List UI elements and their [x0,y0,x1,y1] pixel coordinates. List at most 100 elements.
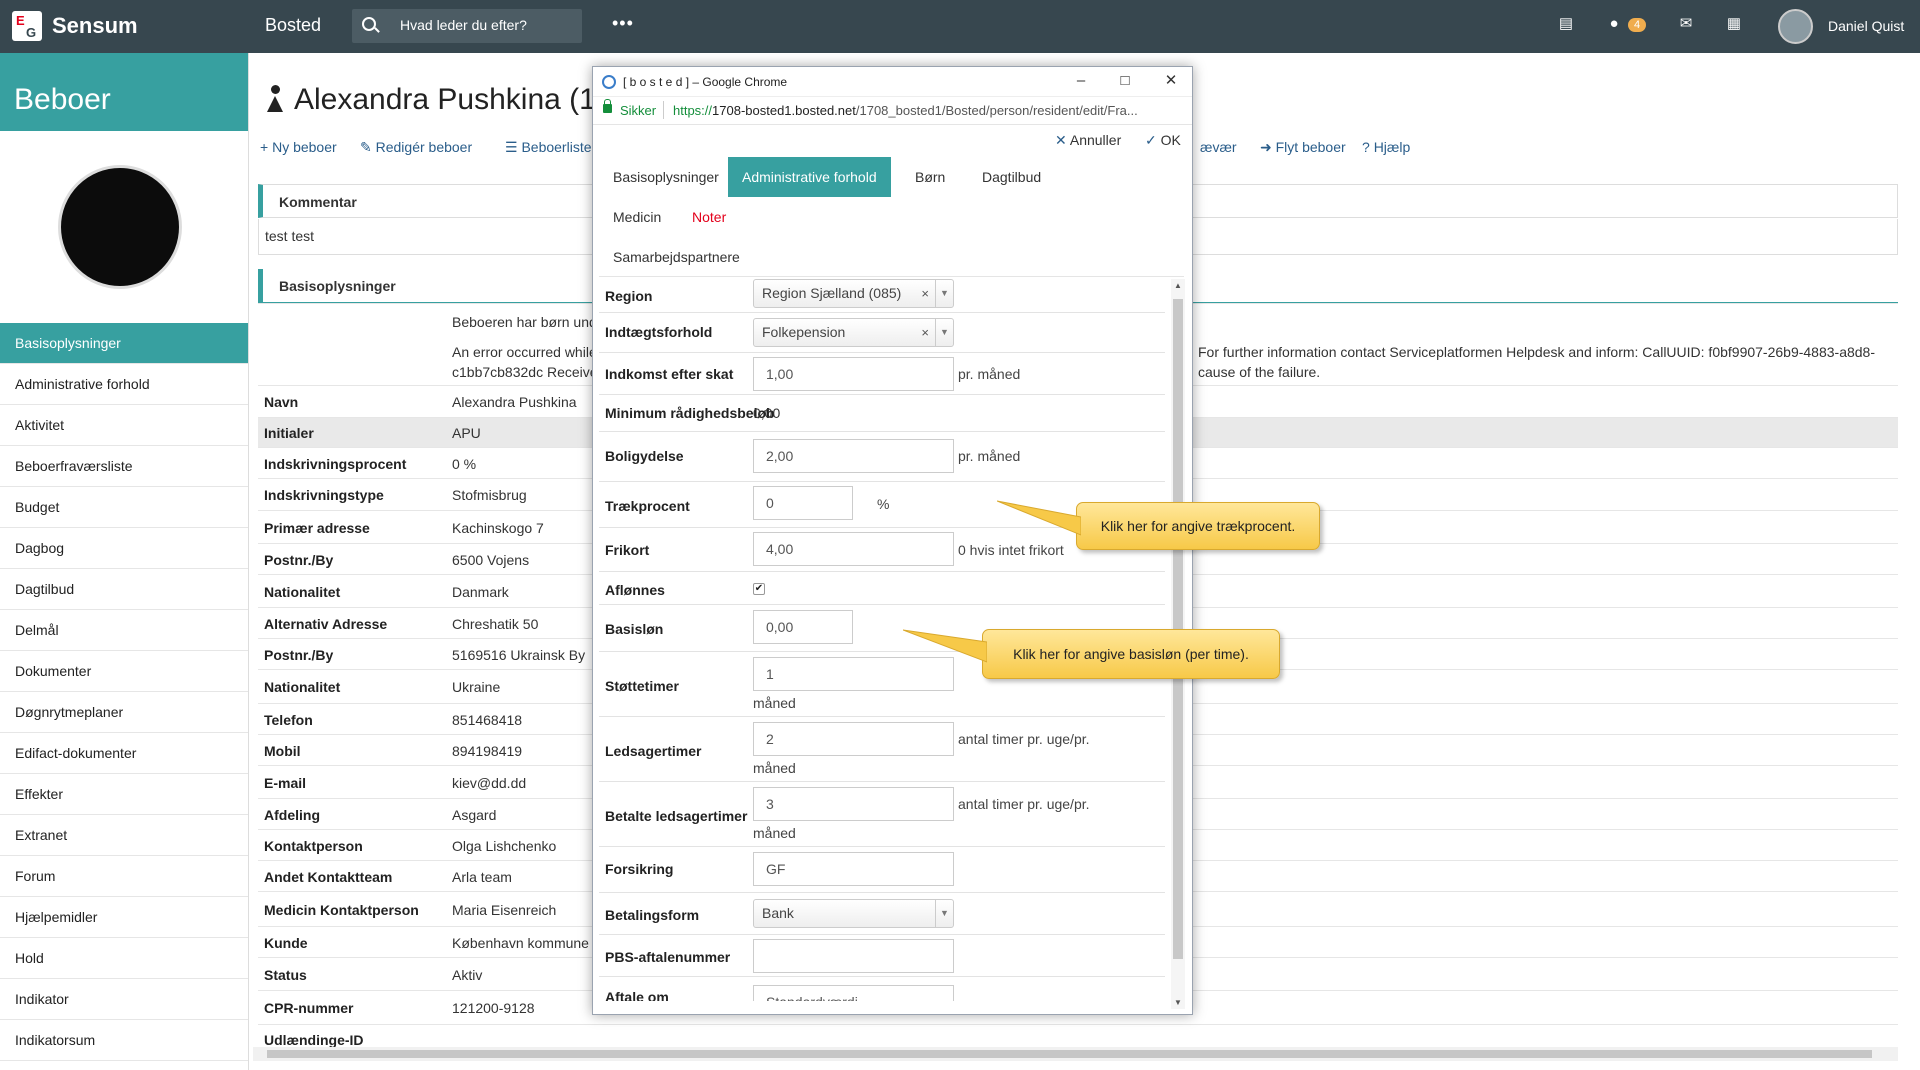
move-resident-button[interactable]: ➜ Flyt beboer [1260,139,1346,156]
info-row-value: København kommune [452,935,589,951]
tab-administrative-forhold[interactable]: Administrative forhold [728,157,891,197]
sidebar-item-dagtilbud[interactable]: Dagtilbud [0,569,248,610]
more-menu-button[interactable]: ••• [612,13,634,34]
chevron-down-icon[interactable]: ▼ [935,900,953,927]
pbs-input[interactable] [753,939,954,973]
inbox-icon[interactable]: ✉ [1678,16,1694,32]
paid-companion-input[interactable]: 3 [753,787,954,821]
ok-button[interactable]: ✓ OK [1145,132,1181,149]
income-type-select[interactable]: Folkepension × ▼ [753,318,954,347]
tab-medicin[interactable]: Medicin [599,197,675,237]
horizontal-scrollbar[interactable] [253,1047,1898,1061]
chevron-down-icon[interactable]: ▼ [935,319,953,346]
callout-deduction: Klik her for angive trækprocent. [997,500,1320,550]
tab-born[interactable]: Børn [901,157,959,197]
frikort-input[interactable]: 4,00 [753,532,954,566]
sidebar-item-hold[interactable]: Hold [0,938,248,979]
scroll-down-icon[interactable]: ▼ [1174,998,1182,1007]
region-select[interactable]: Region Sjælland (085) × ▼ [753,279,954,308]
sidebar-item-dognrytmeplaner[interactable]: Døgnrytmeplaner [0,692,248,733]
insurance-input[interactable]: GF [753,852,954,886]
minimum-row: Minimum rådighedsbeløb 0,00 [599,394,1165,431]
address-separator [663,101,664,119]
search-input[interactable] [400,17,570,33]
companion-hours-input[interactable]: 2 [753,722,954,756]
new-resident-button[interactable]: + Ny beboer [260,139,337,155]
document-icon[interactable]: ▤ [1558,16,1574,32]
housing-input[interactable]: 2,00 [753,439,954,473]
support-hours-label: Støttetimer [605,678,679,694]
chevron-down-icon[interactable]: ▼ [935,280,953,307]
help-button[interactable]: ? Hjælp [1362,139,1410,155]
frikort-label: Frikort [605,542,650,558]
tab-basisoplysninger[interactable]: Basisoplysninger [599,157,733,197]
sidebar-item-dagbog[interactable]: Dagbog [0,528,248,569]
payment-select[interactable]: Bank ▼ [753,899,954,928]
deduction-suffix: % [877,496,890,512]
maximize-button[interactable]: □ [1115,71,1135,91]
close-window-button[interactable]: ✕ [1161,71,1181,91]
edit-resident-button[interactable]: ✎ Redigér beboer [360,139,472,156]
chat-icon[interactable]: ● [1606,16,1622,32]
minimum-label: Minimum rådighedsbeløb [605,405,775,421]
page-title: Alexandra Pushkina (1 [266,83,596,117]
sidebar-item-budget[interactable]: Budget [0,487,248,528]
info-row-value: 894198419 [452,743,523,759]
basepay-input[interactable]: 0,00 [753,610,853,644]
agreement-input[interactable]: Standardværdi [753,985,954,1001]
info-row-value: 5169516 Ukrainsk By [452,647,586,663]
absence-button[interactable]: ævær [1200,139,1237,155]
user-name[interactable]: Daniel Quist [1828,18,1904,34]
logo[interactable]: E G Sensum [12,11,138,41]
clear-icon[interactable]: × [921,319,929,346]
sidebar-menu: Basisoplysninger Administrative forhold … [0,323,248,1061]
info-row-label: Medicin Kontaktperson [264,902,419,918]
cancel-button[interactable]: ✕ Annuller [1055,132,1121,149]
pbs-row: PBS-aftalenummer [599,934,1165,976]
net-income-input[interactable]: 1,00 [753,357,954,391]
help-label: Hjælp [1373,139,1411,155]
sidebar-item-indikator[interactable]: Indikator [0,979,248,1020]
address-bar[interactable]: Sikker https://1708-bosted1.bosted.net/1… [593,97,1192,125]
sidebar-item-delmal[interactable]: Delmål [0,610,248,651]
chat-badge: 4 [1628,18,1647,32]
sidebar-item-edifact-dokumenter[interactable]: Edifact-dokumenter [0,733,248,774]
resident-list-label: Beboerliste [521,139,592,155]
popup-window-title: [ b o s t e d ] – Google Chrome [623,75,788,89]
payment-value: Bank [762,905,794,921]
cancel-icon: ✕ [1055,132,1067,148]
sidebar-item-forum[interactable]: Forum [0,856,248,897]
sidebar-item-beboerfravaersliste[interactable]: Beboerfraværsliste [0,446,248,487]
info-row-label: Indskrivningstype [264,487,384,503]
user-avatar-icon[interactable] [1778,9,1813,44]
error-line-1: Beboeren har børn unde [452,314,605,330]
sidebar-item-aktivitet[interactable]: Aktivitet [0,405,248,446]
paid-companion-label: Betalte ledsagertimer [605,808,748,824]
sidebar-item-administrative-forhold[interactable]: Administrative forhold [0,364,248,405]
sidebar-item-extranet[interactable]: Extranet [0,815,248,856]
deduction-input[interactable]: 0 [753,486,853,520]
search-box[interactable] [352,9,582,43]
sidebar-item-basisoplysninger[interactable]: Basisoplysninger [0,323,248,364]
tab-dagtilbud[interactable]: Dagtilbud [968,157,1055,197]
minimize-button[interactable]: – [1071,71,1091,91]
callout-basepay-text: Klik her for angive basisløn (per time). [1013,646,1249,662]
info-row-label: Alternativ Adresse [264,616,388,632]
scroll-up-icon[interactable]: ▲ [1174,281,1182,290]
paid-checkbox[interactable]: ✔ [753,583,765,595]
url-text[interactable]: https://1708-bosted1.bosted.net/1708_bos… [673,103,1183,118]
horizontal-scrollbar-thumb[interactable] [267,1050,1872,1058]
clear-icon[interactable]: × [921,280,929,307]
error-right-line-2: cause of the failure. [1198,364,1321,380]
tab-samarbejdspartnere[interactable]: Samarbejdspartnere [599,237,754,277]
sidebar-item-dokumenter[interactable]: Dokumenter [0,651,248,692]
sidebar-item-effekter[interactable]: Effekter [0,774,248,815]
info-row-label: Nationalitet [264,679,341,695]
resident-list-button[interactable]: ☰ Beboerliste [505,139,592,156]
sidebar-item-indikatorsum[interactable]: Indikatorsum [0,1020,248,1061]
sidebar-item-hjaelpemidler[interactable]: Hjælpemidler [0,897,248,938]
section-title[interactable]: Bosted [265,15,321,36]
calendar-icon[interactable]: ▦ [1726,16,1742,32]
housing-row: Boligydelse 2,00 pr. måned [599,431,1165,481]
tab-noter[interactable]: Noter [678,197,740,237]
